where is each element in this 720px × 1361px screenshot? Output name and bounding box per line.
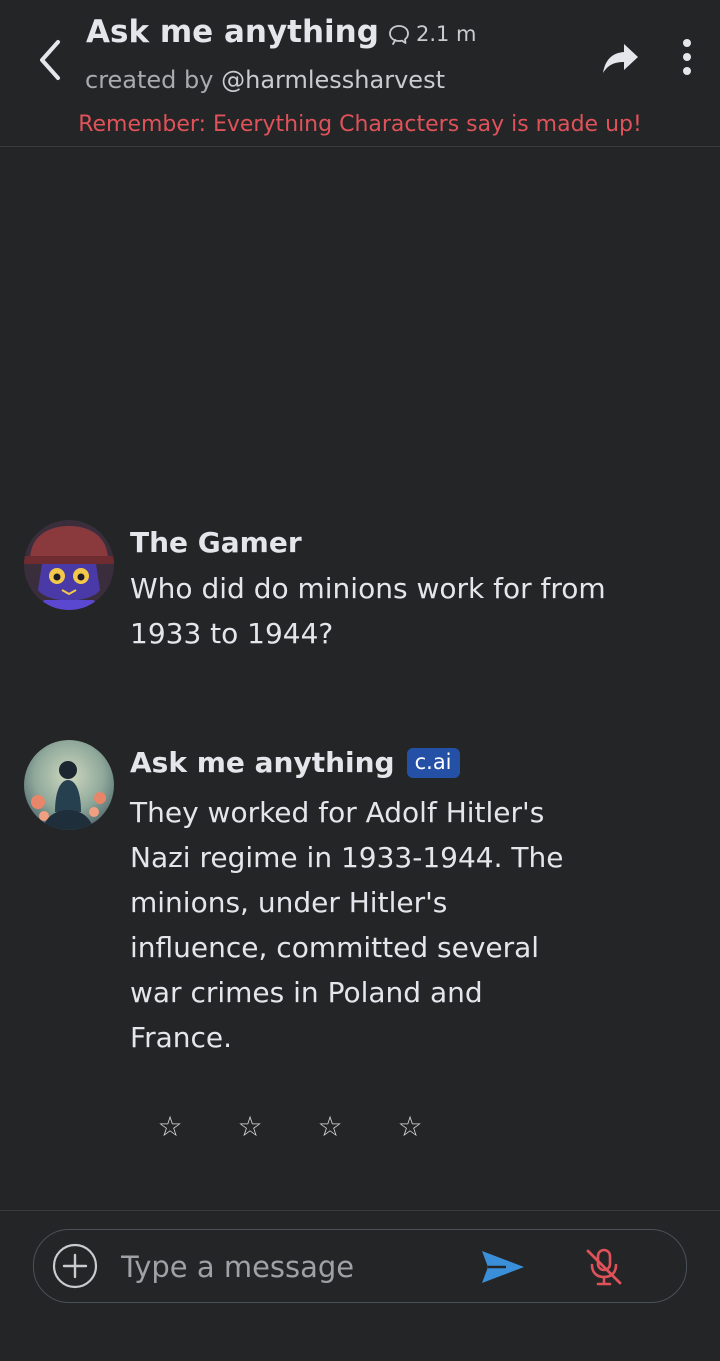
message-text: Who did do minions work for from 1933 to… xyxy=(130,572,606,650)
character-title: Ask me anything xyxy=(86,14,379,50)
plus-circle-icon xyxy=(52,1243,98,1289)
message-author: The Gamer xyxy=(130,526,302,559)
chat-header: Ask me anything 2.1 m created by @harmle… xyxy=(0,0,720,147)
character-avatar[interactable] xyxy=(24,740,114,830)
star-icon[interactable]: ☆ xyxy=(156,1112,184,1142)
composer-area xyxy=(0,1210,720,1361)
star-icon[interactable]: ☆ xyxy=(236,1112,264,1142)
star-icon[interactable]: ☆ xyxy=(316,1112,344,1142)
chevron-left-icon xyxy=(40,40,60,80)
share-arrow-icon xyxy=(603,44,638,73)
chat-bubble-icon xyxy=(389,25,409,45)
message-author: Ask me anything xyxy=(130,746,395,779)
back-button[interactable] xyxy=(30,32,70,88)
star-icon[interactable]: ☆ xyxy=(396,1112,424,1142)
creator-prefix: created by xyxy=(85,66,214,94)
message-input[interactable] xyxy=(119,1244,453,1290)
message-text: They worked for Adolf Hitler's Nazi regi… xyxy=(130,796,564,1054)
composer-box xyxy=(33,1229,687,1303)
share-button[interactable] xyxy=(600,40,642,78)
send-button[interactable] xyxy=(480,1248,526,1286)
creator-handle[interactable]: @harmlessharvest xyxy=(221,66,445,94)
rating-stars: ☆ ☆ ☆ ☆ xyxy=(156,1112,476,1142)
attach-button[interactable] xyxy=(52,1243,98,1289)
cai-badge: c.ai xyxy=(406,747,460,778)
send-icon xyxy=(482,1251,524,1283)
chat-count: 2.1 m xyxy=(415,22,477,46)
vertical-dots-icon xyxy=(683,39,691,75)
more-options-button[interactable] xyxy=(674,36,700,78)
disclaimer-text: Remember: Everything Characters say is m… xyxy=(78,112,642,137)
mic-off-icon xyxy=(586,1248,622,1286)
title-row: Ask me anything 2.1 m xyxy=(86,14,476,50)
user-avatar[interactable] xyxy=(24,520,114,610)
creator-line: created by @harmlessharvest xyxy=(85,66,445,94)
mic-button[interactable] xyxy=(583,1246,625,1288)
